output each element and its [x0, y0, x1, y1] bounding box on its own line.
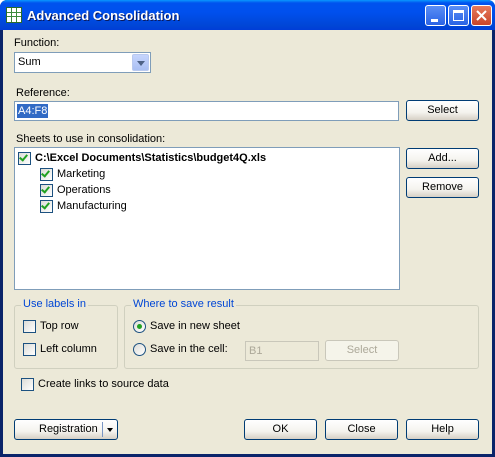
top-row-checkbox[interactable] [23, 320, 36, 333]
use-labels-title: Use labels in [21, 298, 88, 310]
dropdown-arrow-icon[interactable] [132, 54, 149, 71]
in-cell-label: Save in the cell: [150, 343, 228, 355]
close-window-button[interactable] [471, 5, 492, 26]
ok-button[interactable]: OK [244, 419, 317, 440]
save-result-title: Where to save result [131, 298, 236, 310]
in-cell-radio[interactable] [133, 343, 146, 356]
maximize-button[interactable] [448, 5, 469, 26]
sheet-label: Operations [57, 184, 111, 196]
help-button[interactable]: Help [406, 419, 479, 440]
spreadsheet-icon [6, 7, 22, 23]
close-button[interactable]: Close [325, 419, 398, 440]
sheets-tree[interactable]: C:\Excel Documents\Statistics\budget4Q.x… [14, 147, 400, 290]
new-sheet-label: Save in new sheet [150, 320, 240, 332]
left-column-label: Left column [40, 343, 97, 355]
marketing-checkbox[interactable] [40, 168, 53, 181]
file-path: C:\Excel Documents\Statistics\budget4Q.x… [35, 152, 267, 164]
checkmark-icon [41, 200, 50, 210]
sheet-label: Manufacturing [57, 200, 127, 212]
minimize-icon [431, 19, 438, 22]
checkmark-icon [41, 168, 50, 178]
top-row-label: Top row [40, 320, 79, 332]
window-title: Advanced Consolidation [27, 8, 180, 23]
sheets-label: Sheets to use in consolidation: [16, 133, 166, 145]
create-links-checkbox[interactable] [21, 378, 34, 391]
reference-value: A4:F8 [17, 104, 49, 118]
function-label: Function: [14, 37, 60, 49]
checkmark-icon [41, 184, 50, 194]
registration-button[interactable]: Registration [14, 419, 118, 440]
remove-button[interactable]: Remove [406, 177, 479, 198]
maximize-icon [453, 10, 464, 21]
add-button[interactable]: Add... [406, 148, 479, 169]
create-links-label: Create links to source data [38, 378, 169, 390]
manufacturing-checkbox[interactable] [40, 200, 53, 213]
save-result-group: Where to save result Save in new sheet S… [124, 298, 479, 369]
new-sheet-radio[interactable] [133, 320, 146, 333]
sheet-label: Marketing [57, 168, 106, 180]
reference-select-button[interactable]: Select [406, 100, 479, 121]
checkmark-icon [19, 152, 28, 162]
cell-select-button[interactable]: Select [325, 340, 399, 361]
title-bar[interactable]: Advanced Consolidation [0, 0, 495, 30]
function-select[interactable]: Sum [14, 52, 151, 73]
operations-checkbox[interactable] [40, 184, 53, 197]
cell-input[interactable]: B1 [245, 341, 319, 361]
close-icon [476, 10, 487, 21]
left-column-checkbox[interactable] [23, 343, 36, 356]
dialog-body: Function: Sum Reference: A4:F8 Select Sh… [3, 30, 492, 454]
use-labels-group: Use labels in Top row Left column [14, 298, 118, 369]
reference-input[interactable]: A4:F8 [14, 101, 399, 121]
function-value: Sum [18, 56, 41, 68]
radio-selected-icon [137, 324, 142, 329]
dropdown-arrow-icon[interactable] [107, 428, 113, 432]
registration-label: Registration [39, 423, 98, 435]
cell-value: B1 [249, 345, 263, 357]
reference-label: Reference: [16, 87, 70, 99]
split-divider [102, 422, 103, 437]
file-checkbox[interactable] [18, 152, 31, 165]
dialog-window: Advanced Consolidation Function: Sum Ref… [0, 0, 495, 457]
minimize-button[interactable] [425, 5, 446, 26]
